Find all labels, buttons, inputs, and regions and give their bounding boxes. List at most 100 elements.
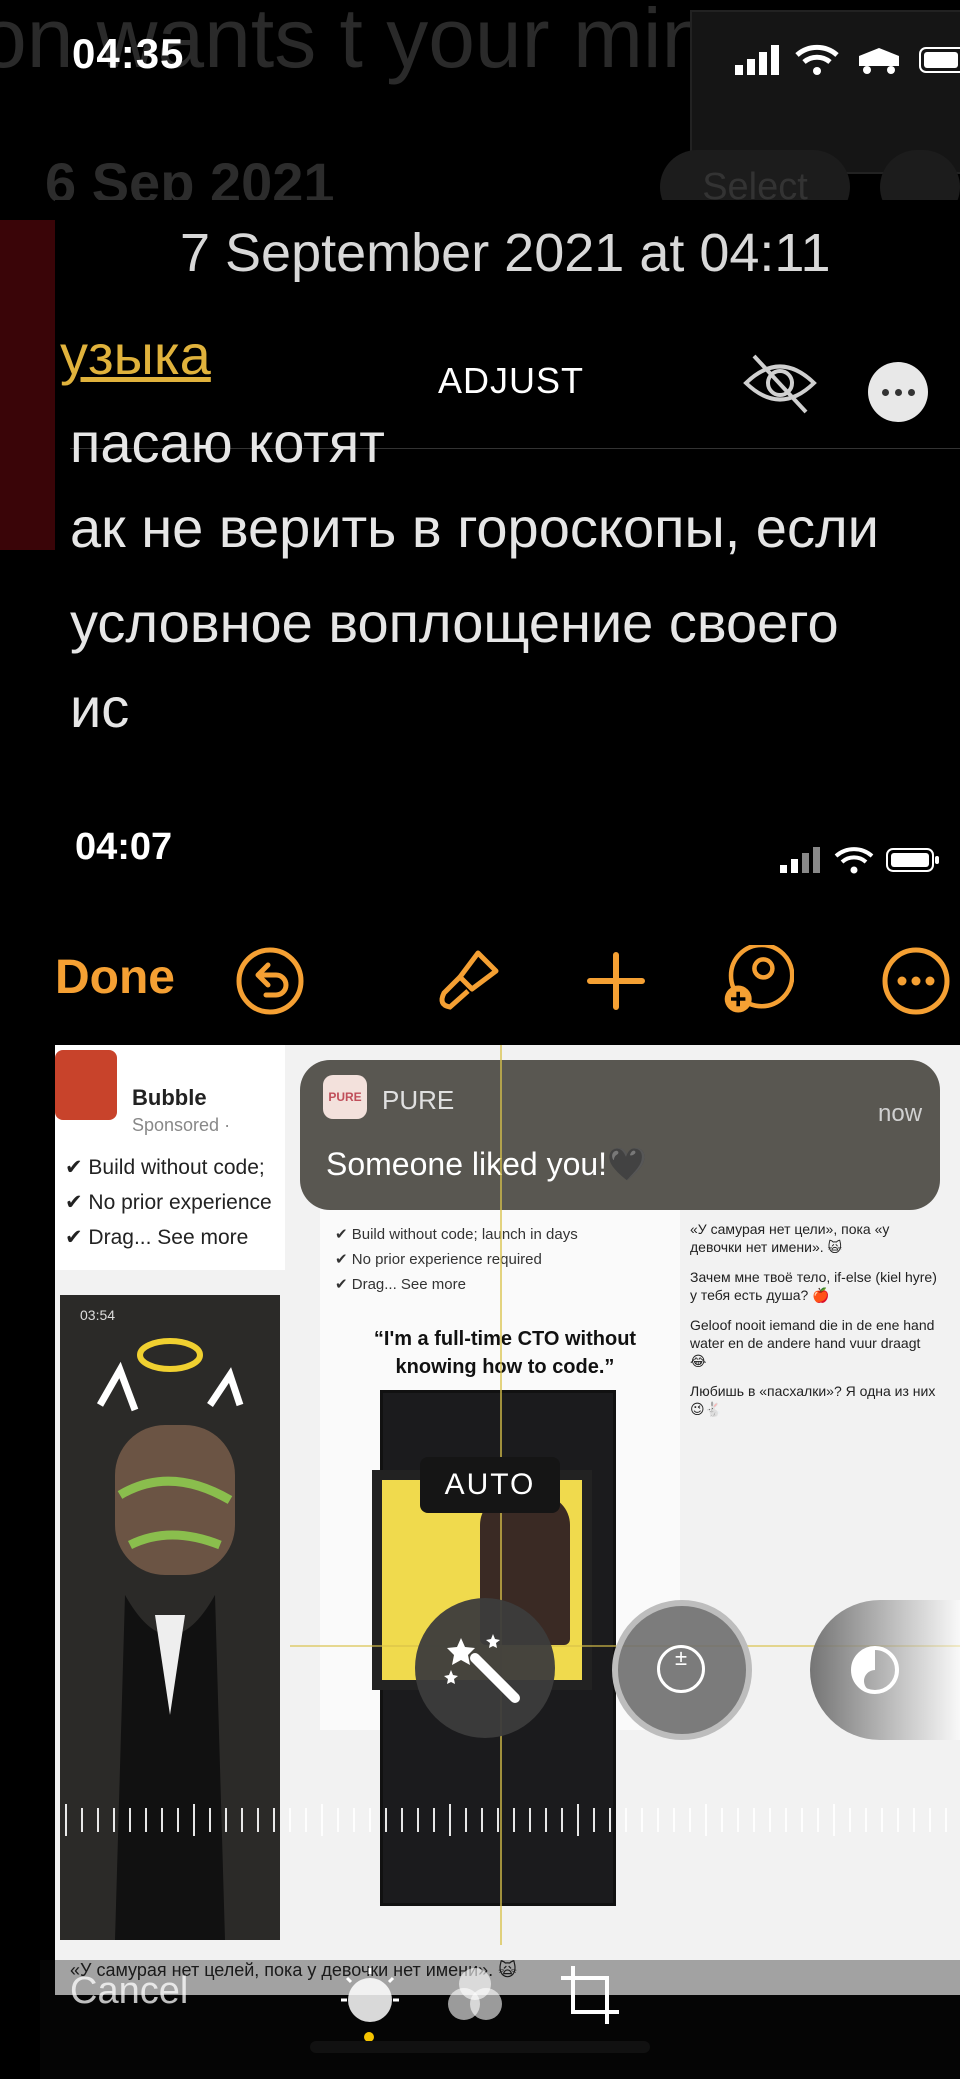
slider-tick xyxy=(833,1804,835,1836)
slider-tick xyxy=(385,1808,387,1832)
hide-icon[interactable] xyxy=(740,348,820,418)
slider-tick xyxy=(769,1808,771,1832)
slider-tick xyxy=(817,1808,819,1832)
adjust-title: ADJUST xyxy=(438,360,585,401)
note-line: ис xyxy=(70,676,130,739)
pure-app-icon: PURE xyxy=(323,1075,367,1119)
slider-tick xyxy=(337,1808,339,1832)
cancel-button[interactable]: Cancel xyxy=(70,1970,188,2013)
slider-tick xyxy=(193,1804,195,1836)
slider-tick xyxy=(545,1808,547,1832)
filters-icon[interactable] xyxy=(440,1960,510,2030)
notification-message: Someone liked you!🖤 xyxy=(326,1146,647,1182)
ad-line: ✔ No prior experience xyxy=(65,1191,272,1214)
vpn-icon xyxy=(859,48,899,74)
done-button[interactable]: Done xyxy=(55,950,175,1005)
slider-tick xyxy=(705,1804,707,1836)
slider-tick xyxy=(161,1808,163,1832)
inner-status-icons xyxy=(780,846,940,874)
notification-time: now xyxy=(878,1100,923,1127)
message-list: «У самурая нет цели», пока «у девочки не… xyxy=(690,1220,940,1430)
slider-tick xyxy=(865,1808,867,1832)
slider-tick xyxy=(369,1808,371,1832)
slider-tick xyxy=(81,1808,83,1832)
adjust-dial-icon[interactable] xyxy=(335,1960,405,2030)
photo-date: 7 September 2021 at 04:11 xyxy=(180,223,831,283)
slider-tick xyxy=(449,1804,451,1836)
note-link: узыка xyxy=(60,323,211,386)
note-line: условное воплощение своего xyxy=(70,591,839,654)
slider-tick xyxy=(497,1808,499,1832)
slider-tick xyxy=(465,1808,467,1832)
plus-icon[interactable] xyxy=(580,945,652,1017)
wifi-icon xyxy=(795,44,839,75)
slider-tick xyxy=(849,1808,851,1832)
note-line: ак не верить в гороскопы, если xyxy=(70,496,879,559)
message: Geloof nooit iemand die in de ene hand w… xyxy=(690,1317,935,1369)
slider-tick xyxy=(289,1808,291,1832)
adjust-slider[interactable] xyxy=(55,1800,960,1840)
slider-tick xyxy=(257,1808,259,1832)
slider-tick xyxy=(753,1808,755,1832)
slider-tick xyxy=(657,1808,659,1832)
brush-icon[interactable] xyxy=(432,945,504,1017)
more-icon[interactable] xyxy=(880,945,952,1017)
ad-panel-line: ✔ Build without code; launch in days xyxy=(335,1226,578,1243)
notification-banner[interactable] xyxy=(300,1060,940,1210)
slider-tick xyxy=(417,1808,419,1832)
slider-tick xyxy=(433,1808,435,1832)
auto-enhance-button[interactable] xyxy=(415,1598,555,1738)
selfie-screenshot xyxy=(60,1295,280,1940)
slider-tick xyxy=(593,1808,595,1832)
slider-tick xyxy=(97,1808,99,1832)
slider-tick xyxy=(209,1808,211,1832)
battery-icon xyxy=(886,848,939,872)
slider-tick xyxy=(321,1804,323,1836)
battery-icon xyxy=(919,47,960,73)
slider-tick xyxy=(513,1808,515,1832)
inner-status-time: 04:07 xyxy=(75,826,173,868)
notification-app: PURE xyxy=(382,1085,455,1115)
slider-tick xyxy=(401,1808,403,1832)
auto-label: AUTO xyxy=(420,1457,560,1513)
ad-line: ✔ Drag... See more xyxy=(65,1226,249,1249)
slider-tick xyxy=(241,1808,243,1832)
home-indicator xyxy=(310,2041,650,2053)
brilliance-button[interactable] xyxy=(810,1600,960,1740)
message: Зачем мне твоё тело, if-else (kiel hyre)… xyxy=(690,1269,937,1303)
undo-icon[interactable] xyxy=(234,945,306,1017)
doodle-overlay xyxy=(96,1338,244,1940)
slider-tick xyxy=(353,1808,355,1832)
ad-sponsored: Sponsored · xyxy=(132,1115,231,1135)
slider-tick xyxy=(561,1808,563,1832)
slider-tick xyxy=(689,1808,691,1832)
slider-tick xyxy=(929,1808,931,1832)
message: Любишь в «пасхалки»? Я одна из них 😉🐇 xyxy=(690,1383,936,1417)
ad-panel-line: ✔ Drag... See more xyxy=(335,1276,466,1293)
slider-tick xyxy=(673,1808,675,1832)
slider-tick xyxy=(721,1808,723,1832)
exposure-icon: ± xyxy=(657,1645,705,1693)
slider-tick xyxy=(113,1808,115,1832)
slider-tick xyxy=(625,1808,627,1832)
signal-icon xyxy=(780,847,820,873)
message: «У самурая нет цели», пока «у девочки не… xyxy=(690,1221,890,1255)
ad-avatar xyxy=(55,1050,117,1120)
slider-tick xyxy=(913,1808,915,1832)
ad-line: ✔ Build without code; xyxy=(65,1156,265,1179)
slider-tick xyxy=(641,1808,643,1832)
ad-name: Bubble xyxy=(132,1085,207,1110)
slider-tick xyxy=(481,1808,483,1832)
slider-tick xyxy=(145,1808,147,1832)
add-person-icon[interactable] xyxy=(722,945,794,1017)
slider-tick xyxy=(65,1804,67,1836)
crop-rotate-icon[interactable] xyxy=(555,1960,625,2030)
more-options-button[interactable] xyxy=(868,362,928,422)
slider-tick xyxy=(225,1808,227,1832)
note-line: пасаю котят xyxy=(70,411,385,474)
slider-tick xyxy=(801,1808,803,1832)
slider-tick xyxy=(273,1808,275,1832)
slider-tick xyxy=(177,1808,179,1832)
status-icons xyxy=(735,44,960,76)
slider-tick xyxy=(305,1808,307,1832)
